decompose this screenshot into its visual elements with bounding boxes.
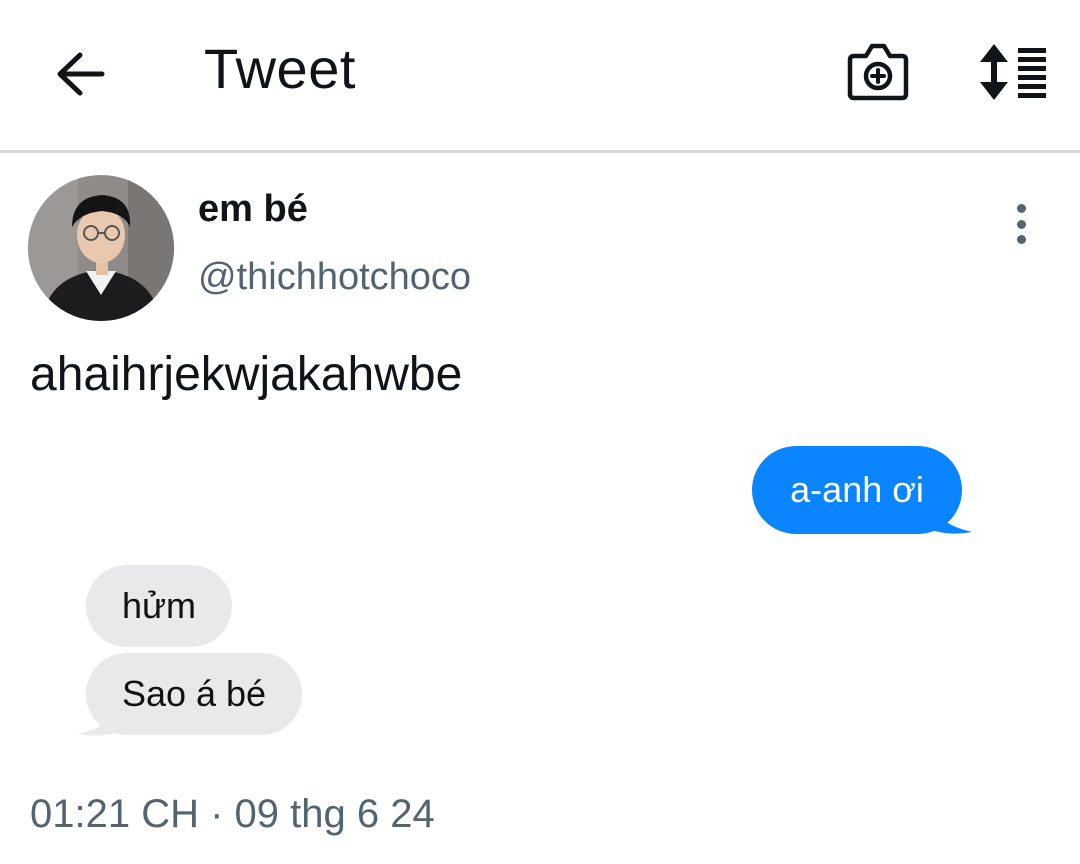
avatar[interactable]	[28, 175, 174, 321]
sort-button[interactable]	[972, 40, 1052, 104]
message-bubble-incoming[interactable]: hửm	[86, 565, 232, 647]
dot	[1016, 235, 1026, 244]
camera-plus-icon	[847, 43, 909, 101]
message-text: a-anh ơi	[790, 469, 924, 510]
display-name[interactable]: em bé	[198, 188, 308, 231]
message-text: hửm	[121, 585, 197, 626]
tweet-timestamp: 01:21 CH · 09 thg 6 24	[30, 792, 435, 836]
message-text: Sao á bé	[121, 673, 267, 714]
page-title: Tweet	[204, 37, 356, 100]
message-bubble-incoming[interactable]: Sao á bé	[86, 653, 302, 735]
header-divider	[0, 150, 1080, 153]
sort-list-icon	[980, 44, 1046, 100]
dot	[1016, 204, 1026, 213]
dot	[1016, 219, 1026, 229]
profile-photo	[28, 175, 174, 321]
tweet-text: ahaihrjekwjakahwbe	[30, 348, 463, 401]
user-handle[interactable]: @thichhotchoco	[198, 256, 471, 299]
message-bubble-outgoing[interactable]: a-anh ơi	[752, 446, 962, 534]
back-button[interactable]	[48, 44, 112, 104]
arrow-left-icon	[57, 52, 105, 96]
more-options-button[interactable]	[1002, 200, 1040, 248]
app-header: Tweet	[0, 0, 1080, 150]
camera-button[interactable]	[844, 40, 912, 104]
